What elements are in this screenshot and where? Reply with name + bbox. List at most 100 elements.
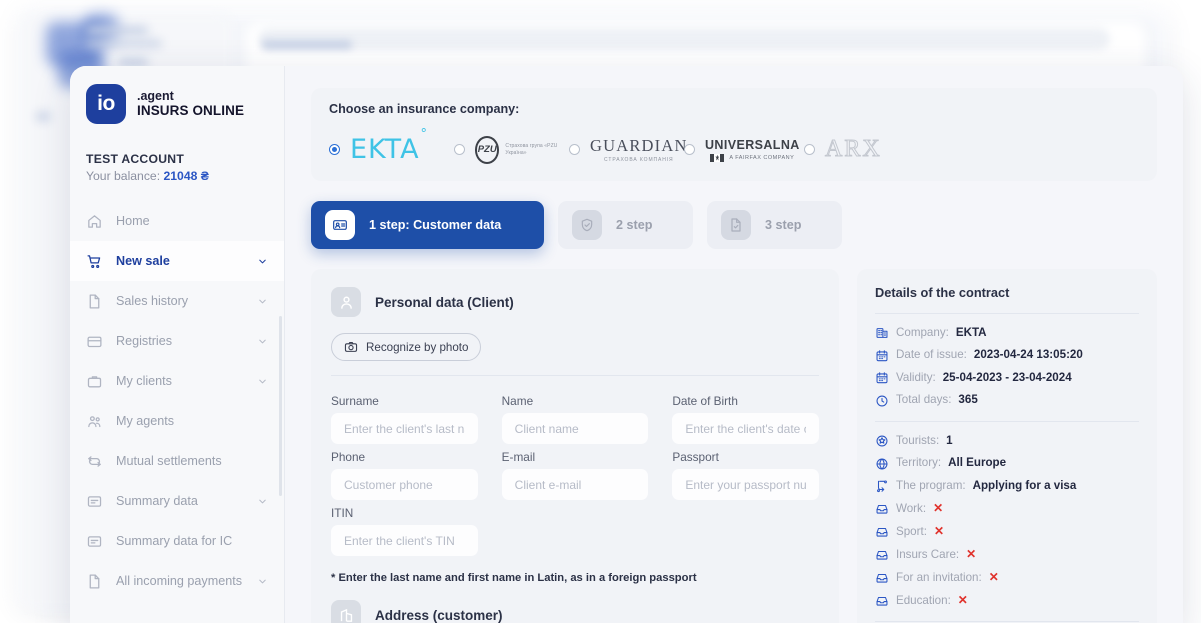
sidebar-item-label: My clients — [116, 374, 172, 388]
input-name[interactable] — [501, 413, 649, 444]
step-tab-label: 3 step — [765, 218, 802, 232]
ekta-logo-icon: EKTA° — [350, 127, 429, 165]
step-tab-2[interactable]: 2 step — [558, 201, 693, 249]
sidebar-item-label: Summary data — [116, 494, 198, 508]
sidebar-item-sales-history[interactable]: Sales history — [70, 281, 284, 321]
detail-value: ✕ — [966, 547, 977, 562]
briefcase-icon — [86, 373, 103, 390]
details-group-contract: Company: EKTA Date of issue: 2023-04-24 13:… — [875, 326, 1139, 408]
sidebar-item-label: Summary data for IC — [116, 534, 233, 548]
chevron-down-icon[interactable] — [257, 336, 268, 347]
radio-universalna[interactable] — [684, 144, 695, 155]
background-layer-4 — [258, 28, 1110, 50]
insurer-option-guardian[interactable]: GUARDIAN СТРАХОВА КОМПАНІЯ — [569, 136, 686, 163]
details-divider — [875, 420, 1139, 422]
radio-arx[interactable] — [804, 144, 815, 155]
input-e-mail[interactable] — [501, 469, 649, 500]
input-itin[interactable] — [331, 525, 478, 556]
brand-logo[interactable]: io .agent INSURS ONLINE — [70, 66, 284, 140]
sidebar: io .agent INSURS ONLINE TEST ACCOUNT You… — [70, 66, 285, 623]
details-column: Details of the contract Company: EKTA Date… — [857, 269, 1157, 623]
inbox-icon — [875, 571, 889, 585]
insurer-option-arx[interactable]: ARX — [804, 136, 882, 163]
chevron-down-icon[interactable] — [257, 496, 268, 507]
universalna-name: UNIVERSALNA — [705, 137, 800, 152]
clock-icon — [875, 394, 889, 408]
insurer-option-universalna[interactable]: UNIVERSALNA A FAIRFAX COMPANY — [684, 138, 804, 162]
pzu-caption: Страхова група «PZU Україна» — [505, 142, 558, 156]
inbox-icon — [875, 594, 889, 608]
personal-data-form: Surname Name Date of Birth Phone E-mail Passp… — [331, 388, 819, 556]
insurer-selector: Choose an insurance company: EKTA° PZU С… — [311, 88, 1157, 181]
detail-label: Tourists: — [896, 433, 940, 447]
insurer-options: EKTA° PZU Страхова група «PZU Україна» G… — [329, 127, 1139, 165]
step-tab-3[interactable]: 3 step — [707, 201, 842, 249]
id-card-icon — [325, 210, 355, 240]
pzu-mark: PZU — [475, 135, 500, 164]
insurer-option-pzu[interactable]: PZU Страхова група «PZU Україна» — [454, 135, 569, 164]
calendar-icon — [875, 349, 889, 363]
sidebar-item-summary-data[interactable]: Summary data — [70, 481, 284, 521]
home-icon — [86, 213, 103, 230]
recognize-by-photo-button[interactable]: Recognize by photo — [331, 333, 482, 361]
detail-value: 1 — [946, 433, 953, 447]
sidebar-item-my-agents[interactable]: My agents — [70, 401, 284, 441]
step-tabs: 1 step: Customer data 2 step 3 step — [311, 201, 1157, 249]
field-surname: Surname — [331, 394, 478, 444]
globe-icon — [875, 457, 889, 471]
universalna-caption: A FAIRFAX COMPANY — [729, 154, 795, 161]
field-label-phone: Phone — [331, 450, 366, 464]
shield-icon — [572, 210, 602, 240]
chevron-down-icon[interactable] — [257, 256, 268, 267]
detail-value: Applying for a visa — [972, 478, 1077, 492]
screenshot-root: io .agent INSURS ONLINE TEST ACCOUNT You… — [0, 0, 1201, 623]
building-icon — [331, 600, 361, 623]
list-box-icon — [86, 533, 103, 550]
sidebar-item-summary-data-for-ic[interactable]: Summary data for IC — [70, 521, 284, 561]
sidebar-item-label: Registries — [116, 334, 172, 348]
panel-divider — [331, 375, 819, 376]
radio-guardian[interactable] — [569, 144, 580, 155]
detail-row: Work: ✕ — [875, 501, 1139, 516]
sidebar-scrollbar[interactable] — [279, 316, 282, 496]
field-label-date-of-birth: Date of Birth — [672, 394, 738, 408]
insurer-option-ekta[interactable]: EKTA° — [329, 127, 454, 165]
field-label-passport: Passport — [672, 450, 719, 464]
detail-row: Insurs Care: ✕ — [875, 547, 1139, 562]
detail-label: Insurs Care: — [896, 547, 960, 561]
sidebar-item-label: New sale — [116, 254, 170, 268]
detail-value: 365 — [958, 393, 978, 407]
sidebar-item-label: Mutual settlements — [116, 454, 222, 468]
sidebar-item-my-clients[interactable]: My clients — [70, 361, 284, 401]
sidebar-item-new-sale[interactable]: New sale — [70, 241, 284, 281]
detail-label: Date of issue: — [896, 348, 967, 362]
guardian-caption: СТРАХОВА КОМПАНІЯ — [604, 157, 674, 163]
detail-value: 25-04-2023 - 23-04-2024 — [942, 370, 1072, 384]
calendar-icon — [875, 371, 889, 385]
main-content: Choose an insurance company: EKTA° PZU С… — [285, 66, 1183, 623]
sidebar-item-home[interactable]: Home — [70, 201, 284, 241]
file-check-icon — [721, 210, 751, 240]
background-text-bar — [86, 26, 148, 35]
detail-value: ✕ — [933, 501, 944, 516]
sidebar-item-registries[interactable]: Registries — [70, 321, 284, 361]
input-surname[interactable] — [331, 413, 478, 444]
contract-details-title: Details of the contract — [875, 285, 1010, 300]
radio-pzu[interactable] — [454, 144, 465, 155]
chevron-down-icon[interactable] — [257, 296, 268, 307]
account-summary: TEST ACCOUNT Your balance: 21048 ₴ — [70, 140, 284, 197]
cart-icon — [86, 253, 103, 270]
input-passport[interactable] — [672, 469, 819, 500]
radio-ekta[interactable] — [329, 144, 340, 155]
step-tab-1[interactable]: 1 step: Customer data — [311, 201, 544, 249]
chevron-down-icon[interactable] — [257, 576, 268, 587]
detail-label: Validity: — [896, 370, 936, 384]
field-label-surname: Surname — [331, 394, 379, 408]
chevron-down-icon[interactable] — [257, 376, 268, 387]
input-date-of-birth[interactable] — [672, 413, 819, 444]
input-phone[interactable] — [331, 469, 478, 500]
step-tab-label: 1 step: Customer data — [369, 218, 502, 232]
sidebar-item-mutual-settlements[interactable]: Mutual settlements — [70, 441, 284, 481]
sidebar-item-all-incoming-payments[interactable]: All incoming payments — [70, 561, 284, 601]
form-column: Personal data (Client) Recognize by phot… — [311, 269, 839, 623]
